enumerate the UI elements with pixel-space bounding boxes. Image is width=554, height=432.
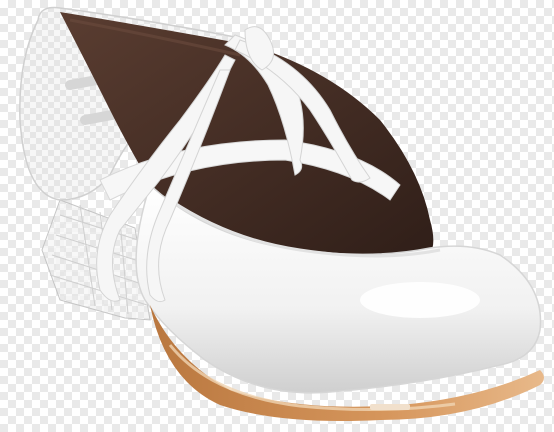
heel [41,199,151,321]
image-canvas [0,0,554,432]
shoe-illustration [19,6,544,421]
